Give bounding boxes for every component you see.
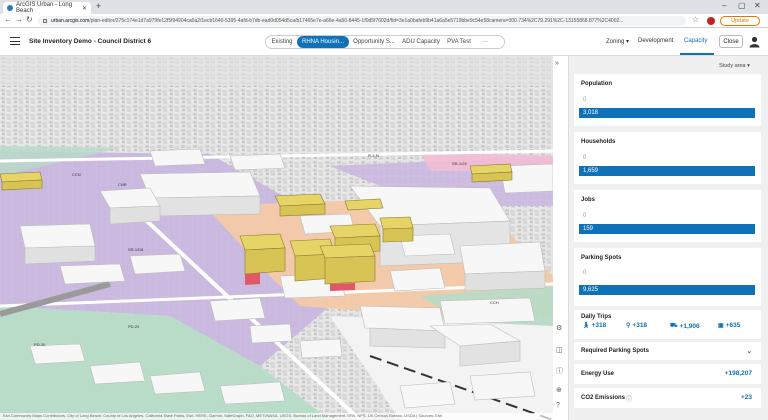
metric-min: 0 [583,270,587,276]
browser-tab[interactable]: ArcGIS Urban - Long Beach ✕ [3,2,91,14]
walk-icon: 🚶︎ [582,323,590,329]
trip-walk: 🚶︎ +318 [582,322,606,329]
map-layers-icon[interactable]: ◫ [556,346,563,354]
study-area-dropdown[interactable]: Study area ▾ [719,63,750,69]
url-domain: urban.arcgis.com [51,18,90,24]
scenario-tab-adu-capacity[interactable]: ADU Capacity [399,36,443,48]
profile-avatar[interactable] [707,17,715,25]
map-settings-icon[interactable]: ⚙ [556,324,562,332]
parking-podium-2 [330,283,355,291]
scenario-tab-existing[interactable]: Existing [267,36,297,48]
back-icon[interactable]: ← [4,15,12,24]
co2-emissions-value: +23 [740,394,752,401]
zone-label: PD-30 [34,342,46,347]
energy-use-label: Energy Use [581,371,615,377]
address-bar[interactable]: urban.arcgis.com /plan-editor/275c174e1d… [38,16,686,26]
jobs-card: Jobs 0 159 [574,190,761,242]
horizon-haze [0,56,553,86]
map-attribution: Esri Community Maps Contributors, City o… [0,413,553,420]
population-card: Population 0 3,018 [574,74,761,126]
zone-label: R-3-N [368,153,379,158]
minimize-icon[interactable]: – [722,1,726,10]
window-close-icon[interactable]: ✕ [754,1,761,10]
parking-spots-bar: 9,625 [579,285,755,295]
tab-close-icon[interactable]: ✕ [82,5,87,12]
co2-emissions-row: CO2 Emissions ⓘ +23 [574,388,761,408]
collapse-panel-icon[interactable]: » [555,60,559,67]
trip-value: +318 [632,322,648,329]
co2-emissions-label: CO2 Emissions [581,395,626,401]
capacity-tab[interactable]: Capacity [684,38,707,44]
scenario-tab-opportunity[interactable]: Opportunity S... [349,36,399,48]
zone-label: SR-1/25 [452,161,467,166]
chevron-down-icon[interactable]: ⌄ [747,347,752,355]
zone-label: PD-29 [128,324,140,329]
car-icon: ⛟ [670,323,678,329]
metric-min: 0 [583,155,587,161]
scenario-tab-pva-test[interactable]: PVA Test [443,36,475,48]
daily-trips-label: Daily Trips [581,314,612,320]
map-compass-icon[interactable]: ⊕ [556,386,562,394]
metric-min: 0 [583,213,587,219]
zone-label: CNR [118,182,127,187]
trip-value: +1,906 [679,322,700,330]
trip-bike: ⚲ +318 [626,322,647,329]
forward-icon[interactable]: → [15,15,23,24]
bookmark-star-icon[interactable]: ☆ [692,15,699,24]
lock-icon [43,19,47,23]
parking-spots-card: Parking Spots 0 9,625 [574,248,761,306]
zone-label: CCN [72,172,81,177]
households-bar: 1,659 [579,166,755,176]
url-path: /plan-editor/275c174e1d7a979fe12f5f94904… [89,18,624,24]
population-bar: 3,018 [579,108,755,118]
bike-icon: ⚲ [626,323,631,329]
reload-icon[interactable]: ↻ [26,15,33,24]
trip-value: +318 [591,322,607,329]
metric-min: 0 [583,97,587,103]
plan-title: Site Inventory Demo - Council District 6 [29,38,152,45]
zone-label: CCH [490,300,499,305]
jobs-bar: 159 [579,224,755,234]
daily-trips-card: Daily Trips 🚶︎ +318 ⚲ +318 ⛟ +1,906 ▣ +6… [574,310,761,339]
trip-value: +635 [725,322,741,329]
menu-icon[interactable] [10,37,20,45]
development-tab[interactable]: Development [638,38,673,44]
map-view[interactable]: SR-1/25 R-3-N CCN SR-1/D8 CNR PD-29 PD-3… [0,56,553,420]
metric-label: Population [581,81,612,87]
metric-label: Parking Spots [581,255,622,261]
info-icon[interactable]: ⓘ [626,394,632,403]
metric-label: Jobs [581,197,596,203]
zone-label: SR-1/D8 [128,247,144,252]
browser-tabbar: ArcGIS Urban - Long Beach ✕ + – ▢ ✕ [0,0,768,14]
trip-bus: ▣ +635 [718,322,740,329]
trip-car: ⛟ +1,906 [670,322,700,330]
zoning-dropdown[interactable]: Zoning ▾ [606,38,629,45]
map-help-icon[interactable]: ? [556,402,560,409]
households-card: Households 0 1,659 [574,132,761,184]
maximize-icon[interactable]: ▢ [738,1,746,10]
bus-icon: ▣ [718,323,724,329]
app-header: Site Inventory Demo - Council District 6… [0,28,768,56]
arcgis-favicon-icon [7,5,13,11]
user-icon[interactable] [749,36,760,48]
metric-label: Households [581,139,616,145]
scenario-more-button[interactable]: ··· [475,36,495,48]
scenario-switcher: Existing RHNA Housin... Opportunity S...… [265,35,505,49]
scenario-tab-rhna-housing[interactable]: RHNA Housin... [297,36,349,48]
update-button[interactable]: Update [720,16,760,26]
energy-use-row: Energy Use +198,207 [574,364,761,384]
parking-podium [245,273,260,285]
capacity-tab-indicator [680,53,714,55]
close-button[interactable]: Close [719,35,743,48]
energy-use-value: +198,207 [724,370,752,377]
new-tab-icon[interactable]: + [96,1,101,11]
tab-title: ArcGIS Urban - Long Beach [16,2,73,14]
required-parking-row[interactable]: Required Parking Spots ⌄ [574,342,761,360]
required-parking-label: Required Parking Spots [581,348,650,354]
map-info-icon[interactable]: ⓘ [556,366,563,376]
browser-urlbar: ← → ↻ urban.arcgis.com /plan-editor/275c… [0,14,768,28]
scene-canvas[interactable]: SR-1/25 R-3-N CCN SR-1/D8 CNR PD-29 PD-3… [0,56,553,420]
